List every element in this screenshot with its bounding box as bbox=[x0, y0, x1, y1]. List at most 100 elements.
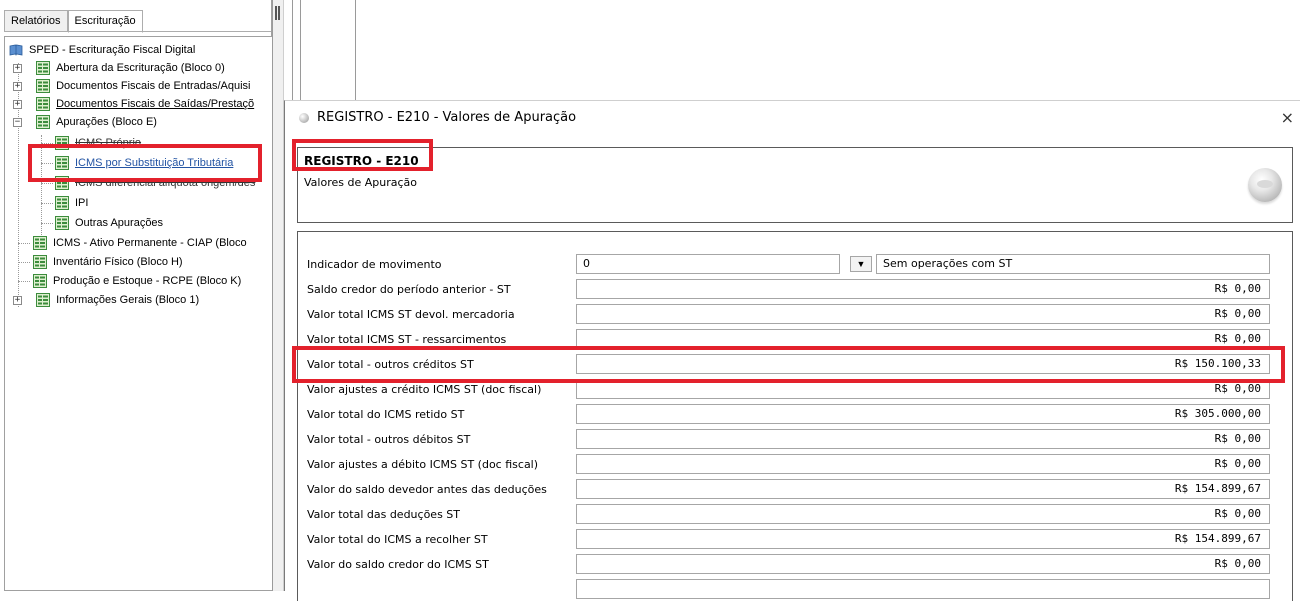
tree-item-ciap[interactable]: ICMS - Ativo Permanente - CIAP (Bloco bbox=[33, 234, 247, 252]
tab-relatorios[interactable]: Relatórios bbox=[4, 10, 68, 32]
form-row: Valor do saldo devedor antes das deduçõe… bbox=[298, 477, 1292, 502]
chevron-down-icon[interactable]: ▼ bbox=[850, 256, 872, 272]
table-icon bbox=[33, 255, 47, 270]
tree-connector-sub bbox=[41, 135, 42, 235]
tree-item-label: Outras Apurações bbox=[75, 217, 164, 229]
tree-connector bbox=[18, 262, 30, 263]
book-icon bbox=[9, 43, 23, 57]
field-label: Valor ajustes a crédito ICMS ST (doc fis… bbox=[307, 383, 542, 396]
expand-icon[interactable]: + bbox=[13, 100, 22, 109]
table-icon bbox=[55, 216, 69, 231]
tree-root[interactable]: SPED - Escrituração Fiscal Digital bbox=[9, 41, 195, 59]
value-input[interactable] bbox=[576, 579, 1270, 599]
field-label: Saldo credor do período anterior - ST bbox=[307, 283, 511, 296]
form-row: Valor total do ICMS retido ST R$ 305.000… bbox=[298, 402, 1292, 427]
panel-splitter[interactable] bbox=[272, 0, 284, 591]
column-divider bbox=[300, 0, 301, 100]
table-icon bbox=[55, 156, 69, 171]
expand-icon[interactable]: + bbox=[13, 296, 22, 305]
field-label: Valor total do ICMS retido ST bbox=[307, 408, 465, 421]
field-label: Valor total ICMS ST devol. mercadoria bbox=[307, 308, 515, 321]
close-icon[interactable]: × bbox=[1281, 108, 1294, 127]
tree-connector bbox=[41, 183, 53, 184]
value-input[interactable]: R$ 0,00 bbox=[576, 304, 1270, 324]
table-icon bbox=[33, 236, 47, 251]
table-icon bbox=[55, 176, 69, 191]
form-row: Valor ajustes a débito ICMS ST (doc fisc… bbox=[298, 452, 1292, 477]
field-label: Valor total - outros débitos ST bbox=[307, 433, 471, 446]
tree-item-outras-apuracoes[interactable]: Outras Apurações bbox=[55, 214, 163, 232]
value-input[interactable]: R$ 0,00 bbox=[576, 279, 1270, 299]
value-input[interactable]: R$ 154.899,67 bbox=[576, 479, 1270, 499]
value-input[interactable]: R$ 0,00 bbox=[576, 379, 1270, 399]
field-label: Valor total - outros créditos ST bbox=[307, 358, 474, 371]
register-header: REGISTRO - E210 Valores de Apuração bbox=[297, 147, 1293, 223]
tree-item-label: IPI bbox=[75, 197, 89, 209]
tab-escrituracao[interactable]: Escrituração bbox=[67, 10, 143, 33]
form-row-indicador: Indicador de movimento 0 ▼ Sem operações… bbox=[298, 252, 1292, 277]
tree-item-producao[interactable]: Produção e Estoque - RCPE (Bloco K) bbox=[33, 272, 241, 290]
table-icon bbox=[55, 136, 69, 151]
tree-item-icms-proprio[interactable]: ICMS Próprio bbox=[55, 134, 141, 152]
tree-item-abertura[interactable]: + Abertura da Escrituração (Bloco 0) bbox=[13, 59, 225, 77]
column-divider bbox=[292, 0, 293, 100]
panel-tabs: Relatórios Escrituração bbox=[4, 10, 143, 33]
column-divider bbox=[355, 0, 356, 100]
expand-icon[interactable]: + bbox=[13, 64, 22, 73]
tree-connector bbox=[41, 163, 53, 164]
value-input[interactable]: R$ 150.100,33 bbox=[576, 354, 1270, 374]
tree-item-label: ICMS - Ativo Permanente - CIAP (Bloco bbox=[53, 237, 247, 249]
value-input[interactable]: R$ 154.899,67 bbox=[576, 529, 1270, 549]
form-row: Valor total ICMS ST devol. mercadoria R$… bbox=[298, 302, 1292, 327]
indicador-code-input[interactable]: 0 bbox=[576, 254, 840, 274]
tree-item-icms-st[interactable]: ICMS por Substituição Tributária bbox=[55, 154, 233, 172]
value-input[interactable]: R$ 0,00 bbox=[576, 504, 1270, 524]
expand-icon[interactable]: + bbox=[13, 82, 22, 91]
value-input[interactable]: R$ 0,00 bbox=[576, 329, 1270, 349]
tree-item-ipi[interactable]: IPI bbox=[55, 194, 88, 212]
field-label: Valor do saldo credor do ICMS ST bbox=[307, 558, 489, 571]
collapse-icon[interactable]: − bbox=[13, 118, 22, 127]
tree-connector bbox=[41, 223, 53, 224]
tree-item-label: Documentos Fiscais de Entradas/Aquisi bbox=[56, 80, 251, 92]
field-label: Valor total do ICMS a recolher ST bbox=[307, 533, 488, 546]
dialog-titlebar[interactable]: REGISTRO - E210 - Valores de Apuração × bbox=[285, 101, 1300, 135]
register-description: Valores de Apuração bbox=[304, 176, 417, 189]
tree-item-saidas[interactable]: + Documentos Fiscais de Saídas/Prestaçõ bbox=[13, 95, 254, 113]
form-row: Valor total - outros débitos ST R$ 0,00 bbox=[298, 427, 1292, 452]
value-input[interactable]: R$ 0,00 bbox=[576, 454, 1270, 474]
tree-item-label: Apurações (Bloco E) bbox=[56, 116, 157, 128]
form-row: Saldo credor do período anterior - ST R$… bbox=[298, 277, 1292, 302]
tab-divider bbox=[4, 31, 271, 32]
tree-item-inventario[interactable]: Inventário Físico (Bloco H) bbox=[33, 253, 183, 271]
value-input[interactable]: R$ 0,00 bbox=[576, 429, 1270, 449]
field-label: Valor do saldo devedor antes das deduçõe… bbox=[307, 483, 547, 496]
tree-item-label: Inventário Físico (Bloco H) bbox=[53, 256, 183, 268]
tree-item-informacoes-gerais[interactable]: + Informações Gerais (Bloco 1) bbox=[13, 291, 199, 309]
dialog-title: REGISTRO - E210 - Valores de Apuração bbox=[317, 110, 577, 125]
tree-connector bbox=[41, 203, 53, 204]
table-icon bbox=[33, 274, 47, 289]
form-row: Valor ajustes a crédito ICMS ST (doc fis… bbox=[298, 377, 1292, 402]
tree-item-apuracoes[interactable]: − Apurações (Bloco E) bbox=[13, 113, 157, 131]
tree-item-label: Informações Gerais (Bloco 1) bbox=[56, 294, 200, 306]
table-icon bbox=[36, 79, 51, 94]
tree-item-label: Abertura da Escrituração (Bloco 0) bbox=[56, 62, 225, 74]
registro-dialog: REGISTRO - E210 - Valores de Apuração × … bbox=[284, 100, 1300, 601]
field-label: Valor total ICMS ST - ressarcimentos bbox=[307, 333, 507, 346]
navigation-panel: Relatórios Escrituração SPED - Escritura… bbox=[0, 0, 276, 591]
form-row: Valor total ICMS ST - ressarcimentos R$ … bbox=[298, 327, 1292, 352]
table-icon bbox=[36, 115, 51, 130]
tree-item-icms-difal[interactable]: ICMS diferencial alíquota origem/des bbox=[55, 174, 255, 192]
splitter-grip-icon[interactable] bbox=[275, 6, 280, 20]
tree-connector bbox=[18, 243, 30, 244]
value-input[interactable]: R$ 305.000,00 bbox=[576, 404, 1270, 424]
tree-item-label: ICMS diferencial alíquota origem/des bbox=[75, 177, 256, 189]
sped-logo-icon bbox=[1248, 168, 1282, 202]
tree-connector bbox=[41, 143, 53, 144]
tree-item-entradas[interactable]: + Documentos Fiscais de Entradas/Aquisi bbox=[13, 77, 251, 95]
form-row: Valor total das deduções ST R$ 0,00 bbox=[298, 502, 1292, 527]
form-row: Valor total do ICMS a recolher ST R$ 154… bbox=[298, 527, 1292, 552]
table-icon bbox=[36, 293, 51, 308]
value-input[interactable]: R$ 0,00 bbox=[576, 554, 1270, 574]
